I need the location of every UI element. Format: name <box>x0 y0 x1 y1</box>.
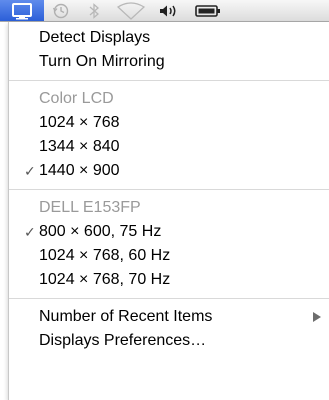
wifi-icon <box>116 1 146 20</box>
resolution-item-800x600-75hz[interactable]: ✓ 800 × 600, 75 Hz <box>9 220 329 244</box>
dell-header-label: DELL E153FP <box>39 199 141 216</box>
volume-icon <box>160 5 176 16</box>
menu-separator <box>9 80 329 81</box>
displays-dropdown-menu: Detect Displays Turn On Mirroring Color … <box>8 22 329 400</box>
display-icon <box>12 2 32 19</box>
resolution-label: 1024 × 768, 70 Hz <box>39 271 171 288</box>
detect-displays-label: Detect Displays <box>39 29 151 46</box>
battery-icon <box>195 4 220 17</box>
dell-section: DELL E153FP ✓ 800 × 600, 75 Hz 1024 × 76… <box>9 196 329 292</box>
battery-menu-extra[interactable] <box>184 0 232 21</box>
color-lcd-header-label: Color LCD <box>39 90 114 107</box>
resolution-label: 1024 × 768, 60 Hz <box>39 247 171 264</box>
footer-section: Number of Recent Items Displays Preferen… <box>9 305 329 353</box>
resolution-label: 1440 × 900 <box>39 162 120 179</box>
time-machine-icon <box>52 3 69 18</box>
checkmark-icon: ✓ <box>24 163 36 179</box>
resolution-item-1344x840[interactable]: 1344 × 840 <box>9 135 329 159</box>
wifi-menu-extra[interactable] <box>110 0 152 21</box>
number-of-recent-items-item[interactable]: Number of Recent Items <box>9 305 329 329</box>
menu-separator <box>9 298 329 299</box>
number-of-recent-items-label: Number of Recent Items <box>39 308 213 325</box>
menu-separator <box>9 189 329 190</box>
time-machine-menu-extra[interactable] <box>44 0 78 21</box>
resolution-label: 1344 × 840 <box>39 138 120 155</box>
color-lcd-header: Color LCD <box>9 87 329 111</box>
detect-displays-item[interactable]: Detect Displays <box>9 26 329 50</box>
submenu-arrow-icon <box>313 312 321 322</box>
resolution-label: 1024 × 768 <box>39 114 120 131</box>
resolution-item-1024x768-70hz[interactable]: 1024 × 768, 70 Hz <box>9 268 329 292</box>
bluetooth-icon <box>89 2 99 19</box>
resolution-item-1024x768[interactable]: 1024 × 768 <box>9 111 329 135</box>
display-menu-extra[interactable] <box>0 0 44 21</box>
bluetooth-menu-extra[interactable] <box>78 0 110 21</box>
resolution-label: 800 × 600, 75 Hz <box>39 223 162 240</box>
checkmark-icon: ✓ <box>24 224 36 240</box>
resolution-item-1440x900[interactable]: ✓ 1440 × 900 <box>9 159 329 183</box>
menu-bar <box>0 0 329 22</box>
resolution-item-1024x768-60hz[interactable]: 1024 × 768, 60 Hz <box>9 244 329 268</box>
displays-preferences-label: Displays Preferences… <box>39 332 207 349</box>
turn-on-mirroring-item[interactable]: Turn On Mirroring <box>9 50 329 74</box>
displays-preferences-item[interactable]: Displays Preferences… <box>9 329 329 353</box>
color-lcd-section: Color LCD 1024 × 768 1344 × 840 ✓ 1440 ×… <box>9 87 329 183</box>
dell-header: DELL E153FP <box>9 196 329 220</box>
turn-on-mirroring-label: Turn On Mirroring <box>39 53 165 70</box>
display-actions: Detect Displays Turn On Mirroring <box>9 26 329 74</box>
volume-menu-extra[interactable] <box>152 0 184 21</box>
